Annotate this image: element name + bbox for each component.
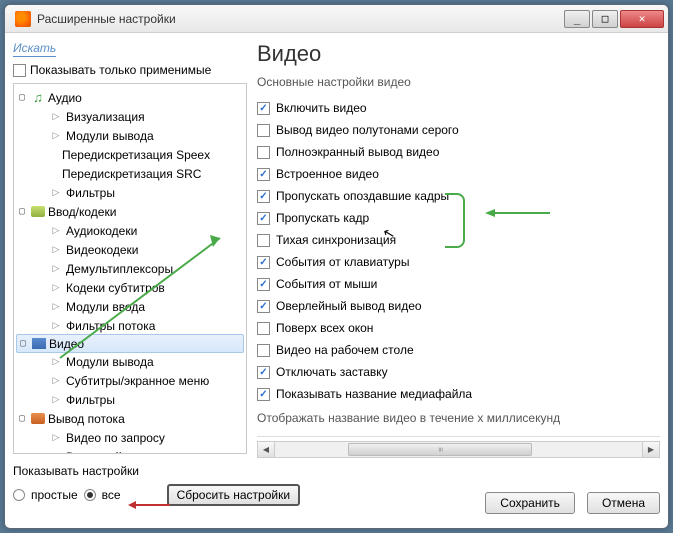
option-label: Встроенное видео bbox=[276, 167, 379, 181]
tree-node[interactable]: ▷Фильтры потока bbox=[16, 316, 244, 335]
cancel-button[interactable]: Отмена bbox=[587, 492, 660, 514]
option-label: Пропускать кадр bbox=[276, 211, 369, 225]
option-label: События от клавиатуры bbox=[276, 255, 409, 269]
tree-node-video[interactable]: ▢Видео bbox=[16, 334, 244, 353]
enable-video-checkbox[interactable] bbox=[257, 102, 270, 115]
chevron-right-icon: ▷ bbox=[48, 430, 64, 446]
option-label: Отключать заставку bbox=[276, 365, 388, 379]
grayscale-checkbox[interactable] bbox=[257, 124, 270, 137]
show-settings-label: Показывать настройки bbox=[13, 464, 660, 478]
option-label: Оверлейный вывод видео bbox=[276, 299, 422, 313]
scroll-left-icon[interactable]: ◀ bbox=[258, 442, 275, 457]
kb-events-checkbox[interactable] bbox=[257, 256, 270, 269]
titlebar[interactable]: Расширенные настройки _ □ ✕ bbox=[5, 5, 668, 33]
chevron-right-icon: ▷ bbox=[48, 261, 64, 277]
chevron-right-icon: ▷ bbox=[48, 109, 64, 125]
applicable-checkbox[interactable] bbox=[13, 64, 26, 77]
embedded-checkbox[interactable] bbox=[257, 168, 270, 181]
option-label: Показывать название медиафайла bbox=[276, 387, 472, 401]
scroll-right-icon[interactable]: ▶ bbox=[642, 442, 659, 457]
tree-node[interactable]: ▷Визуализация bbox=[16, 107, 244, 126]
app-icon bbox=[15, 11, 31, 27]
fullscreen-checkbox[interactable] bbox=[257, 146, 270, 159]
tree-node[interactable]: ▷Модули вывода bbox=[16, 126, 244, 145]
tree-node[interactable]: ▷Выходной поток bbox=[16, 447, 244, 454]
chevron-right-icon: ▷ bbox=[48, 223, 64, 239]
chevron-right-icon: ▷ bbox=[48, 280, 64, 296]
skip-late-checkbox[interactable] bbox=[257, 190, 270, 203]
maximize-button[interactable]: □ bbox=[592, 10, 618, 28]
dialog-window: Расширенные настройки _ □ ✕ Искать Показ… bbox=[4, 4, 669, 529]
tree-node-stream-out[interactable]: ▢Вывод потока bbox=[16, 409, 244, 428]
search-input[interactable]: Искать bbox=[13, 41, 56, 57]
disable-ss-checkbox[interactable] bbox=[257, 366, 270, 379]
chevron-right-icon: ▷ bbox=[48, 373, 64, 389]
tree-node[interactable]: Передискретизация Speex bbox=[16, 145, 244, 164]
tree-node[interactable]: ▷Модули вывода bbox=[16, 352, 244, 371]
option-label: Пропускать опоздавшие кадры bbox=[276, 189, 449, 203]
option-label: Видео на рабочем столе bbox=[276, 343, 414, 357]
chevron-right-icon: ▷ bbox=[48, 128, 64, 144]
quiet-sync-checkbox[interactable] bbox=[257, 234, 270, 247]
option-label: Тихая синхронизация bbox=[276, 233, 396, 247]
save-button[interactable]: Сохранить bbox=[485, 492, 575, 514]
tree-node[interactable]: ▷Субтитры/экранное меню bbox=[16, 371, 244, 390]
section-label: Основные настройки видео bbox=[257, 75, 660, 89]
title-duration-label: Отображать название видео в течение x ми… bbox=[257, 411, 660, 425]
tree-node[interactable]: ▷Фильтры bbox=[16, 390, 244, 409]
tree-node[interactable]: ▷Аудиокодеки bbox=[16, 221, 244, 240]
tree-node-audio[interactable]: ▢♫Аудио bbox=[16, 88, 244, 107]
radio-simple[interactable] bbox=[13, 489, 25, 501]
chevron-right-icon: ▷ bbox=[48, 299, 64, 315]
overlay-checkbox[interactable] bbox=[257, 300, 270, 313]
page-title: Видео bbox=[257, 41, 660, 67]
tree-node[interactable]: Передискретизация SRC bbox=[16, 164, 244, 183]
tree-node[interactable]: ▷Видео по запросу bbox=[16, 428, 244, 447]
chevron-right-icon: ▷ bbox=[48, 449, 64, 455]
show-title-checkbox[interactable] bbox=[257, 388, 270, 401]
option-label: Включить видео bbox=[276, 101, 367, 115]
skip-frames-checkbox[interactable] bbox=[257, 212, 270, 225]
option-label: Полноэкранный вывод видео bbox=[276, 145, 439, 159]
stream-icon bbox=[30, 411, 46, 427]
horizontal-scrollbar[interactable]: ◀ ▶ bbox=[257, 441, 660, 458]
tree-node[interactable]: ▷Видеокодеки bbox=[16, 240, 244, 259]
radio-simple-label: простые bbox=[31, 488, 78, 502]
window-title: Расширенные настройки bbox=[37, 12, 564, 26]
option-label: События от мыши bbox=[276, 277, 377, 291]
scroll-thumb[interactable] bbox=[348, 443, 532, 456]
on-top-checkbox[interactable] bbox=[257, 322, 270, 335]
chevron-right-icon: ▷ bbox=[48, 318, 64, 334]
options-panel: Включить видео Вывод видео полутонами се… bbox=[257, 97, 660, 437]
applicable-label: Показывать только применимые bbox=[30, 63, 211, 77]
mouse-events-checkbox[interactable] bbox=[257, 278, 270, 291]
close-button[interactable]: ✕ bbox=[620, 10, 664, 28]
option-label: Поверх всех окон bbox=[276, 321, 373, 335]
tree-node[interactable]: ▷Демультиплексоры bbox=[16, 259, 244, 278]
radio-all[interactable] bbox=[84, 489, 96, 501]
minimize-button[interactable]: _ bbox=[564, 10, 590, 28]
option-label: Вывод видео полутонами серого bbox=[276, 123, 459, 137]
settings-tree[interactable]: ▢♫Аудио ▷Визуализация ▷Модули вывода Пер… bbox=[13, 83, 247, 454]
tree-node[interactable]: ▷Кодеки субтитров bbox=[16, 278, 244, 297]
chevron-right-icon: ▷ bbox=[48, 185, 64, 201]
video-icon bbox=[31, 336, 47, 352]
codec-icon bbox=[30, 204, 46, 220]
music-icon: ♫ bbox=[30, 90, 46, 106]
tree-node[interactable]: ▷Фильтры bbox=[16, 183, 244, 202]
radio-all-label: все bbox=[102, 488, 121, 502]
chevron-right-icon: ▷ bbox=[48, 354, 64, 370]
tree-node-input[interactable]: ▢Ввод/кодеки bbox=[16, 202, 244, 221]
wallpaper-checkbox[interactable] bbox=[257, 344, 270, 357]
tree-node[interactable]: ▷Модули ввода bbox=[16, 297, 244, 316]
chevron-right-icon: ▷ bbox=[48, 242, 64, 258]
reset-button[interactable]: Сбросить настройки bbox=[167, 484, 300, 506]
chevron-right-icon: ▷ bbox=[48, 392, 64, 408]
